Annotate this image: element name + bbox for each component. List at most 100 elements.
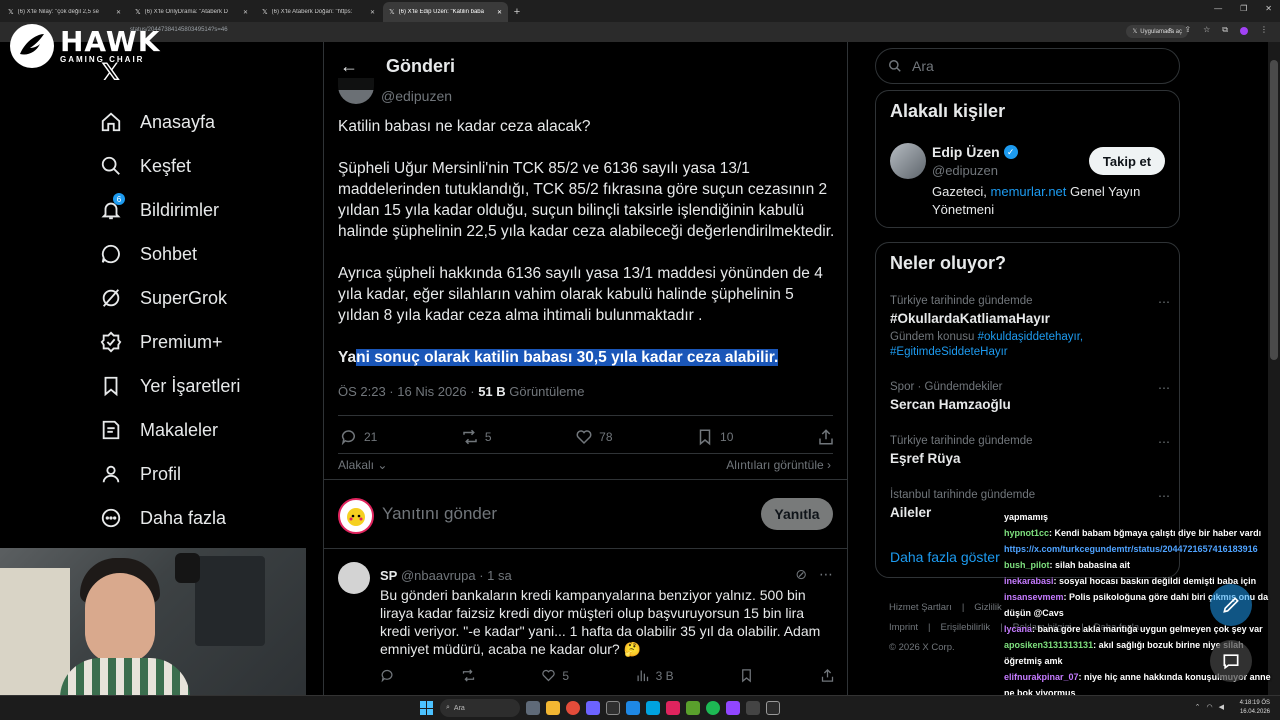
nav-item-explore[interactable]: Keşfet (100, 144, 240, 188)
footer-link[interactable]: Hizmet Şartları (889, 602, 952, 613)
person-handle[interactable]: @edipuzen (932, 163, 998, 178)
close-window-icon[interactable]: ✕ (1265, 4, 1272, 13)
app-icon[interactable] (666, 701, 680, 715)
repost-action[interactable]: 5 (461, 428, 492, 446)
nav-item-supergrok[interactable]: SuperGrok (100, 276, 240, 320)
close-tab-icon[interactable]: ✕ (497, 9, 502, 16)
close-tab-icon[interactable]: ✕ (116, 9, 121, 16)
messages-button[interactable] (1210, 640, 1252, 682)
repost-action[interactable] (461, 668, 476, 683)
discord-icon[interactable] (586, 701, 600, 715)
minimize-icon[interactable]: — (1214, 4, 1222, 13)
comment-avatar[interactable] (338, 562, 370, 594)
browser-tab[interactable]: 𝕏 (6) X'te Ataberk Doğan: "https: ✕ (256, 2, 381, 22)
home-icon (101, 112, 121, 132)
chevron-up-icon[interactable]: ⌃ (1195, 703, 1201, 711)
pikachu-avatar-icon (347, 508, 365, 526)
trend-item[interactable]: Türkiye tarihinde gündemde Eşref Rüya ⋯ (890, 435, 1170, 466)
reply-input[interactable]: Yanıtını gönder (382, 504, 497, 524)
nav-item-home[interactable]: Anasayfa (100, 100, 240, 144)
close-tab-icon[interactable]: ✕ (370, 9, 375, 16)
share-icon[interactable]: ⇪ (1184, 25, 1191, 35)
share-action[interactable] (817, 428, 835, 446)
reply-action[interactable]: 21 (340, 428, 377, 446)
taskbar-search[interactable]: ⌕ Ara (440, 699, 520, 717)
search-input[interactable]: Ara (875, 48, 1180, 84)
chat-message: bush_pilot: silah babasina ait (1004, 560, 1131, 570)
share-action[interactable] (820, 668, 835, 683)
file-explorer-icon[interactable] (546, 701, 560, 715)
spotify-icon[interactable] (706, 701, 720, 715)
taskview-icon[interactable] (526, 701, 540, 715)
settings-icon[interactable] (766, 701, 780, 715)
browser-tab-active[interactable]: 𝕏 (6) X'te Edip Üzen: "Katilin baba ✕ (383, 2, 508, 22)
app-icon[interactable] (746, 701, 760, 715)
system-tray: ⌃ ◠ ◀ (1195, 703, 1224, 711)
nav-item-chat[interactable]: Sohbet (100, 232, 240, 276)
restore-icon[interactable]: ❐ (1240, 4, 1247, 13)
grok-icon[interactable]: ⊘ (795, 566, 807, 583)
like-action[interactable]: 78 (575, 428, 613, 446)
bookmark-action[interactable]: 10 (696, 428, 733, 446)
menu-dots-icon[interactable]: ⋮ (1260, 25, 1268, 35)
footer-link[interactable]: Erişilebilirlik (941, 622, 991, 633)
speaker-icon[interactable]: ◀ (1219, 703, 1224, 711)
compose-icon (1223, 597, 1239, 613)
nav-item-articles[interactable]: Makaleler (100, 408, 240, 452)
nav-item-profile[interactable]: Profil (100, 452, 240, 496)
more-dots-icon[interactable]: ⋯ (1158, 381, 1170, 395)
more-dots-icon[interactable]: ⋯ (1158, 295, 1170, 309)
twitch-icon[interactable] (726, 701, 740, 715)
app-icon[interactable] (626, 701, 640, 715)
trend-item[interactable]: Spor · Gündemdekiler Sercan Hamzaoğlu ⋯ (890, 381, 1170, 412)
system-clock[interactable]: 4:18:19 ÖS 16.04.2026 (1240, 699, 1270, 717)
zoom-icon[interactable]: ⌕ (1168, 25, 1172, 35)
compose-post-button[interactable] (1210, 584, 1252, 626)
more-dots-icon[interactable]: ⋯ (1158, 435, 1170, 449)
footer-link[interactable]: Gizlilik (974, 602, 1001, 613)
star-icon[interactable]: ☆ (1203, 25, 1210, 35)
x-favicon-icon: 𝕏 (389, 9, 395, 16)
webcam-background-object (195, 556, 265, 646)
person-name[interactable]: Edip Üzen ✓ (932, 144, 1018, 160)
nav-item-premium[interactable]: Premium+ (100, 320, 240, 364)
follow-button[interactable]: Takip et (1089, 147, 1165, 175)
steam-icon[interactable] (646, 701, 660, 715)
obs-icon[interactable] (606, 701, 620, 715)
back-arrow-icon[interactable]: ← (340, 56, 358, 77)
browser-tab[interactable]: 𝕏 (6) X'te OnlyDrama: "Ataberk D ✕ (129, 2, 254, 22)
show-more-link[interactable]: Daha fazla göster (890, 549, 1000, 565)
new-tab-button[interactable]: + (508, 2, 526, 22)
user-avatar[interactable] (338, 498, 374, 534)
profile-avatar[interactable] (1240, 27, 1248, 35)
webcam-background-figure (175, 553, 200, 583)
like-action[interactable]: 5 (541, 668, 569, 683)
nav-item-more[interactable]: Daha fazla (100, 496, 240, 540)
chrome-icon[interactable] (566, 701, 580, 715)
app-icon[interactable] (686, 701, 700, 715)
views-action[interactable]: 3 B (635, 668, 674, 683)
wifi-icon[interactable]: ◠ (1207, 703, 1213, 711)
nav-item-notifications[interactable]: 6 Bildirimler (100, 188, 240, 232)
view-quotes-link[interactable]: Alıntıları görüntüle › (726, 458, 831, 472)
post-actions: 21 5 78 10 (340, 428, 835, 446)
author-handle[interactable]: @edipuzen (381, 88, 452, 104)
more-dots-icon[interactable]: ⋯ (819, 566, 833, 583)
bookmark-action[interactable] (739, 668, 754, 683)
reply-action[interactable] (380, 668, 395, 683)
browser-tab[interactable]: 𝕏 (6) X'te Nilay: "çok değil 2,5 se ✕ (2, 2, 127, 22)
reply-button[interactable]: Yanıtla (761, 498, 833, 530)
person-avatar[interactable] (890, 143, 926, 179)
windows-start-icon[interactable] (420, 701, 434, 715)
sort-relevancy-dropdown[interactable]: Alakalı ⌄ (338, 458, 387, 472)
browser-toolbar-icons: ⌕ ⇪ ☆ ⧉ ⋮ (1168, 25, 1268, 35)
scroll-thumb[interactable] (1270, 60, 1278, 360)
nav-item-bookmarks[interactable]: Yer İşaretleri (100, 364, 240, 408)
share-icon (819, 429, 833, 445)
footer-link[interactable]: Imprint (889, 622, 918, 633)
bio-link[interactable]: memurlar.net (991, 184, 1067, 199)
more-dots-icon[interactable]: ⋯ (1158, 489, 1170, 503)
extensions-icon[interactable]: ⧉ (1222, 25, 1228, 35)
close-tab-icon[interactable]: ✕ (243, 9, 248, 16)
trend-item[interactable]: Türkiye tarihinde gündemde #OkullardaKat… (890, 295, 1170, 360)
